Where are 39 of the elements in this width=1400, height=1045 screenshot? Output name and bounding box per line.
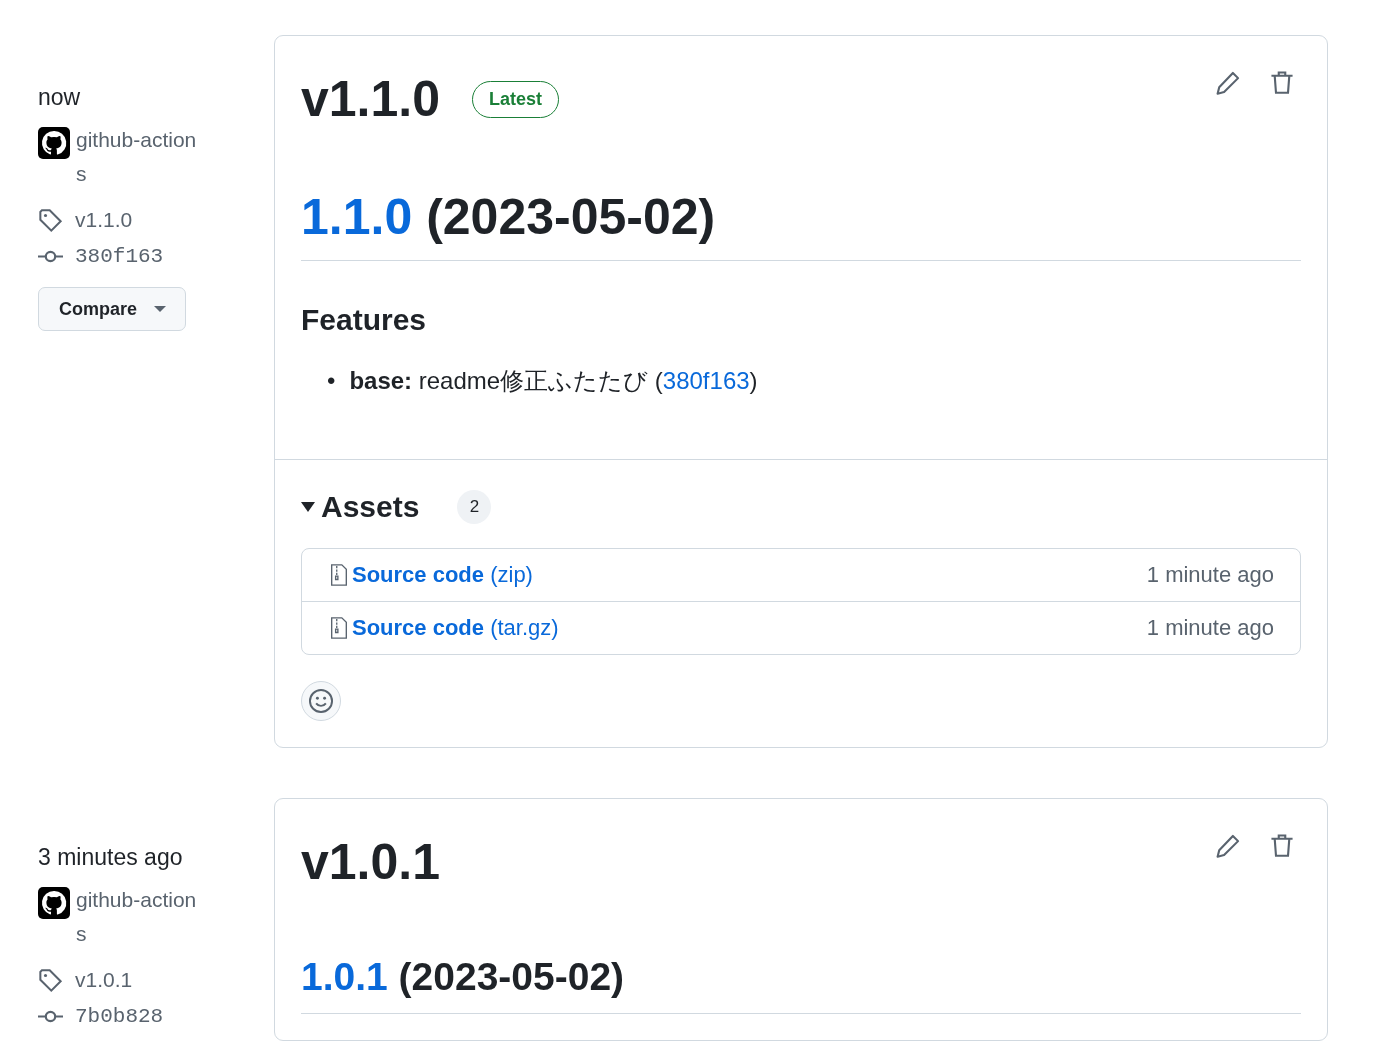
version-link[interactable]: 1.0.1 [301, 955, 388, 998]
commit-link[interactable]: 380f163 [75, 244, 164, 268]
commit-link[interactable]: 7b0b828 [75, 1004, 164, 1028]
caret-down-icon[interactable] [301, 501, 315, 513]
edit-icon[interactable] [1215, 833, 1241, 859]
download-link[interactable]: Source code (tar.gz) [352, 615, 559, 641]
assets-heading[interactable]: Assets [321, 490, 420, 524]
asset-time: 1 minute ago [1146, 562, 1274, 588]
download-link[interactable]: Source code (zip) [352, 562, 533, 588]
tag-icon [38, 967, 63, 993]
caret-icon [153, 305, 168, 313]
delete-icon[interactable] [1269, 833, 1295, 859]
change-item: base: readme修正ふたたび (380f163) [349, 366, 758, 396]
author-link[interactable]: github-actions [76, 123, 206, 191]
release-time: now [38, 84, 82, 111]
github-avatar-icon [38, 127, 70, 159]
tag-link[interactable]: v1.1.0 [75, 208, 133, 232]
version-link[interactable]: 1.1.0 [301, 189, 413, 245]
smiley-icon [308, 688, 334, 714]
release-date: (2023-05-02) [398, 955, 625, 998]
tag-icon [38, 207, 63, 233]
asset-time: 1 minute ago [1146, 615, 1274, 641]
delete-icon[interactable] [1269, 70, 1295, 96]
release-date: (2023-05-02) [426, 189, 716, 245]
reaction-button[interactable] [301, 681, 341, 721]
file-zip-icon [330, 563, 348, 587]
file-zip-icon [330, 616, 348, 640]
edit-icon[interactable] [1215, 70, 1241, 96]
section-heading: Features [301, 303, 428, 337]
bullet: • [327, 366, 336, 396]
release-title: v1.0.1 [301, 833, 440, 891]
release-title: v1.1.0 [301, 70, 440, 128]
github-avatar-icon [38, 887, 70, 919]
tag-link[interactable]: v1.0.1 [75, 968, 133, 992]
compare-button[interactable]: Compare [38, 287, 187, 331]
release-time: 3 minutes ago [38, 844, 184, 871]
commit-link[interactable]: 380f163 [662, 367, 750, 394]
author-link[interactable]: github-actions [76, 883, 206, 951]
count-badge: 2 [457, 490, 492, 524]
